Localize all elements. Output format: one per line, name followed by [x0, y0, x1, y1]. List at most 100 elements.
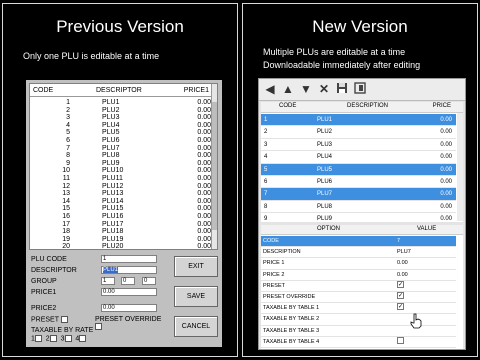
option-row[interactable]: DESCRIPTION PLU7	[261, 247, 456, 259]
row-code: 8	[66, 152, 70, 160]
option-name: PRESET OVERRIDE	[263, 294, 316, 300]
table-row[interactable]: 5 PLU5 0.00	[30, 129, 213, 137]
previous-version-title: Previous Version	[56, 17, 184, 36]
option-checkbox[interactable]: ✓	[397, 303, 404, 311]
table-row[interactable]: 17 PLU17 0.00	[30, 221, 213, 229]
table-row[interactable]: 3 PLU3 0.00	[30, 114, 213, 122]
table-row[interactable]: 13 PLU13 0.00	[30, 190, 213, 198]
old-scrollbar-thumb[interactable]	[212, 102, 217, 230]
option-checkbox[interactable]	[397, 336, 404, 344]
row-code: 8	[264, 203, 268, 210]
old-list-scrollbar[interactable]	[211, 84, 217, 249]
table-row[interactable]: 16 PLU16 0.00	[30, 213, 213, 221]
export-icon[interactable]	[353, 82, 367, 97]
option-row[interactable]: TAXABLE BY TABLE 4	[261, 336, 456, 348]
option-checkbox[interactable]: ✓	[397, 280, 404, 288]
row-code: 5	[66, 129, 70, 137]
table-row[interactable]: 6 PLU6 0.00	[30, 137, 213, 145]
tax-rate-1-checkbox[interactable]	[34, 335, 42, 342]
option-row[interactable]: CODE 7	[261, 236, 456, 248]
exit-button[interactable]: EXIT	[174, 256, 218, 277]
option-name: TAXABLE BY TABLE 4	[263, 338, 320, 345]
row-descriptor: PLU7	[102, 144, 120, 152]
table-row[interactable]: 3 PLU3 0.00	[261, 139, 456, 152]
save-button[interactable]: SAVE	[174, 286, 218, 307]
table-row[interactable]: 2 PLU2 0.00	[261, 126, 456, 139]
table-row[interactable]: 4 PLU4 0.00	[261, 151, 456, 164]
cancel-button[interactable]: CANCEL	[174, 316, 218, 337]
option-row[interactable]: PRESET ✓	[261, 280, 456, 292]
old-plu-list[interactable]: CODE DESCRIPTOR PRICE1 1 PLU1 0.00 2 PLU2 0.0…	[29, 83, 218, 250]
group-field-1[interactable]: 1	[101, 277, 115, 285]
row-price: 0.00	[197, 235, 211, 243]
delete-icon[interactable]: ✕	[317, 82, 331, 97]
table-row[interactable]: 6 PLU6 0.00	[261, 176, 456, 189]
table-row[interactable]: 1 PLU1 0.00	[261, 114, 456, 127]
option-checkbox[interactable]: ✓	[397, 292, 404, 299]
row-code: 17	[62, 220, 70, 228]
row-descriptor: PLU13	[102, 190, 124, 198]
table-row[interactable]: 5 PLU5 0.00	[261, 163, 456, 176]
option-row[interactable]: PRICE 1 0.00	[261, 258, 456, 270]
descriptor-field[interactable]: PLU1	[101, 266, 157, 274]
table-row[interactable]: 19 PLU19 0.00	[30, 236, 213, 244]
plu-options-grid[interactable]: OPTION VALUE CODE 7 DESCRIPTION PLU7 PRICE 1…	[261, 225, 463, 349]
group-label: GROUP	[31, 278, 57, 285]
option-row[interactable]: PRICE 2 0.00	[261, 270, 456, 281]
row-descriptor: PLU8	[102, 152, 120, 160]
row-code: 6	[66, 136, 70, 144]
table-row[interactable]: 10 PLU10 0.00	[30, 167, 213, 175]
tax-rate-3-checkbox[interactable]	[64, 335, 72, 342]
preset-checkbox[interactable]	[60, 316, 68, 323]
group-field-3[interactable]: 0	[142, 277, 156, 285]
option-row[interactable]: PRESET OVERRIDE ✓	[261, 292, 456, 304]
table-row[interactable]: 4 PLU4 0.00	[30, 122, 213, 130]
table-row[interactable]: 11 PLU11 0.00	[30, 175, 213, 183]
row-code: 4	[264, 154, 268, 161]
row-descriptor: PLU1	[102, 99, 120, 106]
table-row[interactable]: 20 PLU20 0.00	[30, 243, 213, 249]
arrow-down-icon[interactable]: ▼	[299, 82, 313, 97]
table-row[interactable]: 1 PLU1 0.00	[30, 99, 213, 107]
table-row[interactable]: 18 PLU18 0.00	[30, 228, 213, 236]
tax-rate-2-checkbox[interactable]	[49, 335, 57, 342]
preset-override-checkbox[interactable]	[95, 323, 102, 330]
table-row[interactable]: 9 PLU9 0.00	[261, 213, 456, 226]
table-row[interactable]: 8 PLU8 0.00	[30, 152, 213, 160]
save-icon[interactable]	[335, 82, 349, 97]
new-list-scrollbar[interactable]	[457, 113, 463, 221]
option-row[interactable]: TAXABLE BY TABLE 1 ✓	[261, 303, 456, 315]
row-price: 0.00	[197, 99, 211, 106]
row-price: 0.00	[197, 205, 211, 213]
option-row[interactable]: TAXABLE BY TABLE 3	[261, 326, 456, 337]
new-version-description-1: Multiple PLUs are editable at a time	[263, 47, 406, 57]
arrow-left-icon[interactable]: ◀	[263, 82, 277, 97]
row-code: 9	[66, 159, 70, 167]
table-row[interactable]: 15 PLU15 0.00	[30, 205, 213, 213]
price2-field[interactable]: 0.00	[101, 304, 157, 312]
table-row[interactable]: 9 PLU9 0.00	[30, 160, 213, 168]
table-row[interactable]: 7 PLU7 0.00	[261, 188, 456, 201]
row-code: 14	[62, 197, 70, 205]
plu-code-field[interactable]: 1	[101, 255, 157, 263]
new-version-description-2: Downloadable immediately after editing	[263, 60, 421, 70]
row-code: 19	[62, 235, 70, 243]
table-row[interactable]: 7 PLU7 0.00	[30, 145, 213, 153]
row-price: 0.00	[197, 129, 211, 137]
price1-field[interactable]: 0.00	[101, 288, 157, 296]
new-plu-list[interactable]: CODE DESCRIPTION PRICE 1 PLU1 0.00 2 PLU2 0.0…	[261, 102, 463, 226]
table-row[interactable]: 2 PLU2 0.00	[30, 107, 213, 115]
row-description: PLU5	[317, 166, 333, 173]
row-descriptor: PLU17	[102, 220, 124, 228]
previous-version-description: Only one PLU is editable at a time	[23, 51, 160, 61]
table-row[interactable]: 12 PLU12 0.00	[30, 183, 213, 191]
row-code: 11	[62, 174, 70, 182]
tax-rate-4-checkbox[interactable]	[79, 335, 87, 342]
table-row[interactable]: 8 PLU8 0.00	[261, 201, 456, 214]
table-row[interactable]: 14 PLU14 0.00	[30, 198, 213, 206]
descriptor-value: PLU1	[103, 267, 119, 273]
row-code: 5	[264, 166, 268, 173]
option-row[interactable]: TAXABLE BY TABLE 2	[261, 314, 456, 326]
arrow-up-icon[interactable]: ▲	[281, 82, 295, 97]
group-field-2[interactable]: 0	[121, 277, 135, 285]
